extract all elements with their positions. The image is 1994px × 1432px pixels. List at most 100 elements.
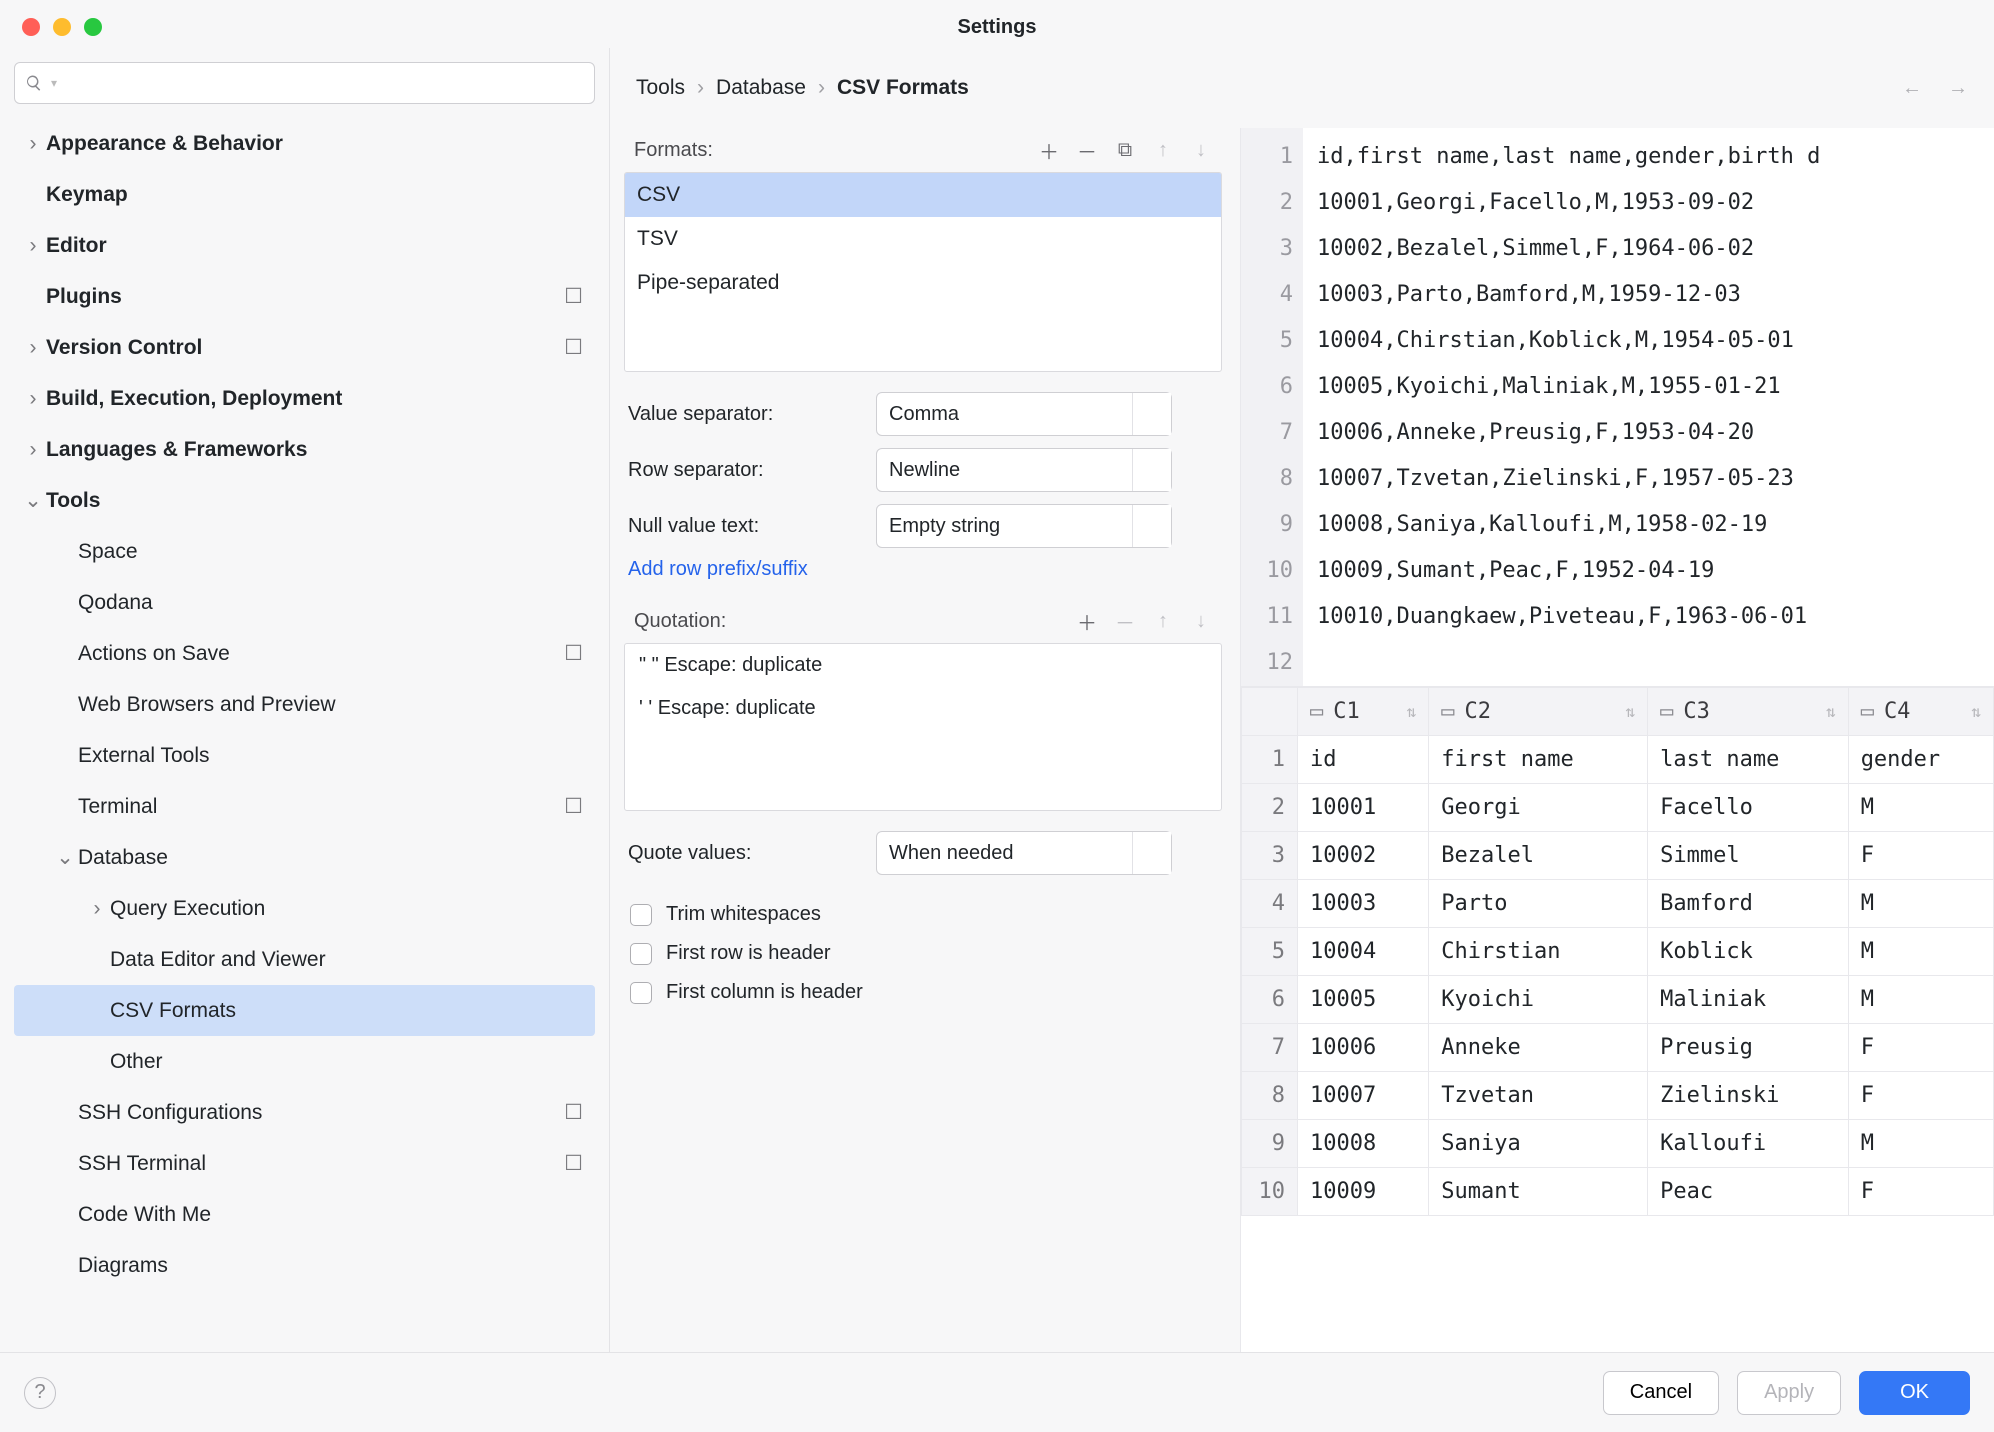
- table-cell[interactable]: Koblick: [1648, 928, 1849, 976]
- sidebar-item-space[interactable]: Space: [14, 526, 595, 577]
- table-cell[interactable]: Preusig: [1648, 1024, 1849, 1072]
- table-column-header[interactable]: ▭C3⇅: [1648, 688, 1849, 736]
- sidebar-item-actions-on-save[interactable]: Actions on Save☐: [14, 628, 595, 679]
- format-item-pipe-separated[interactable]: Pipe-separated: [625, 261, 1221, 305]
- table-cell[interactable]: id: [1298, 736, 1429, 784]
- table-cell[interactable]: Maliniak: [1648, 976, 1849, 1024]
- quote-values-select[interactable]: When needed ▾: [876, 831, 1172, 875]
- move-up-button[interactable]: ↑: [1152, 139, 1174, 161]
- table-cell[interactable]: Georgi: [1429, 784, 1648, 832]
- table-row[interactable]: 610005KyoichiMaliniakM: [1242, 976, 1994, 1024]
- ok-button[interactable]: OK: [1859, 1371, 1970, 1415]
- table-column-header[interactable]: ▭C1⇅: [1298, 688, 1429, 736]
- sidebar-item-version-control[interactable]: ›Version Control☐: [14, 322, 595, 373]
- sidebar-item-languages-frameworks[interactable]: ›Languages & Frameworks: [14, 424, 595, 475]
- table-row[interactable]: 910008SaniyaKalloufiM: [1242, 1120, 1994, 1168]
- sidebar-item-database[interactable]: ⌄Database: [14, 832, 595, 883]
- table-row[interactable]: 810007TzvetanZielinskiF: [1242, 1072, 1994, 1120]
- sidebar-item-query-execution[interactable]: ›Query Execution: [14, 883, 595, 934]
- table-cell[interactable]: 10002: [1298, 832, 1429, 880]
- add-format-button[interactable]: ＋: [1038, 139, 1060, 161]
- copy-format-button[interactable]: ⧉: [1114, 139, 1136, 161]
- table-column-header[interactable]: ▭C2⇅: [1429, 688, 1648, 736]
- table-cell[interactable]: Simmel: [1648, 832, 1849, 880]
- table-row[interactable]: 210001GeorgiFacelloM: [1242, 784, 1994, 832]
- move-down-button[interactable]: ↓: [1190, 139, 1212, 161]
- breadcrumb-item[interactable]: Tools: [636, 76, 685, 100]
- table-cell[interactable]: 10007: [1298, 1072, 1429, 1120]
- table-cell[interactable]: M: [1848, 928, 1993, 976]
- table-cell[interactable]: 10003: [1298, 880, 1429, 928]
- add-quotation-button[interactable]: ＋: [1076, 610, 1098, 632]
- table-cell[interactable]: Tzvetan: [1429, 1072, 1648, 1120]
- format-item-tsv[interactable]: TSV: [625, 217, 1221, 261]
- sidebar-item-diagrams[interactable]: Diagrams: [14, 1240, 595, 1291]
- table-row[interactable]: 1idfirst namelast namegender: [1242, 736, 1994, 784]
- help-button[interactable]: ?: [24, 1377, 56, 1409]
- table-cell[interactable]: last name: [1648, 736, 1849, 784]
- first-column-header-checkbox[interactable]: First column is header: [630, 981, 1216, 1004]
- table-cell[interactable]: Parto: [1429, 880, 1648, 928]
- formats-list[interactable]: CSVTSVPipe-separated: [624, 172, 1222, 372]
- preview-table[interactable]: ▭C1⇅▭C2⇅▭C3⇅▭C4⇅1idfirst namelast namege…: [1241, 686, 1994, 1352]
- table-row[interactable]: 510004ChirstianKoblickM: [1242, 928, 1994, 976]
- value-separator-select[interactable]: Comma ▾: [876, 392, 1172, 436]
- table-cell[interactable]: Saniya: [1429, 1120, 1648, 1168]
- quotation-item[interactable]: " " Escape: duplicate: [625, 644, 1221, 687]
- table-cell[interactable]: 10009: [1298, 1168, 1429, 1216]
- sidebar-item-ssh-configurations[interactable]: SSH Configurations☐: [14, 1087, 595, 1138]
- table-cell[interactable]: 10001: [1298, 784, 1429, 832]
- sidebar-item-qodana[interactable]: Qodana: [14, 577, 595, 628]
- table-cell[interactable]: Peac: [1648, 1168, 1849, 1216]
- table-cell[interactable]: M: [1848, 880, 1993, 928]
- table-cell[interactable]: Chirstian: [1429, 928, 1648, 976]
- table-cell[interactable]: F: [1848, 1168, 1993, 1216]
- table-cell[interactable]: Facello: [1648, 784, 1849, 832]
- remove-format-button[interactable]: －: [1076, 139, 1098, 161]
- move-quotation-up-button[interactable]: ↑: [1152, 610, 1174, 632]
- table-cell[interactable]: Kalloufi: [1648, 1120, 1849, 1168]
- breadcrumb-item[interactable]: Database: [716, 76, 806, 100]
- table-cell[interactable]: M: [1848, 976, 1993, 1024]
- apply-button[interactable]: Apply: [1737, 1371, 1841, 1415]
- table-row[interactable]: 310002BezalelSimmelF: [1242, 832, 1994, 880]
- quotation-item[interactable]: ' ' Escape: duplicate: [625, 687, 1221, 730]
- back-button[interactable]: ←: [1902, 77, 1922, 100]
- sidebar-item-data-editor-and-viewer[interactable]: Data Editor and Viewer: [14, 934, 595, 985]
- quotation-list[interactable]: " " Escape: duplicate' ' Escape: duplica…: [624, 643, 1222, 811]
- sidebar-item-build-execution-deployment[interactable]: ›Build, Execution, Deployment: [14, 373, 595, 424]
- table-row[interactable]: 410003PartoBamfordM: [1242, 880, 1994, 928]
- null-value-select[interactable]: Empty string ▾: [876, 504, 1172, 548]
- settings-search[interactable]: ▾: [14, 62, 595, 104]
- sidebar-item-code-with-me[interactable]: Code With Me: [14, 1189, 595, 1240]
- sidebar-item-ssh-terminal[interactable]: SSH Terminal☐: [14, 1138, 595, 1189]
- preview-editor[interactable]: 123456789101112 id,first name,last name,…: [1241, 128, 1994, 686]
- table-column-header[interactable]: ▭C4⇅: [1848, 688, 1993, 736]
- cancel-button[interactable]: Cancel: [1603, 1371, 1719, 1415]
- settings-tree[interactable]: ›Appearance & BehaviorKeymap›EditorPlugi…: [14, 118, 595, 1352]
- sidebar-item-csv-formats[interactable]: CSV Formats: [14, 985, 595, 1036]
- table-cell[interactable]: 10004: [1298, 928, 1429, 976]
- table-cell[interactable]: Kyoichi: [1429, 976, 1648, 1024]
- sidebar-item-tools[interactable]: ⌄Tools: [14, 475, 595, 526]
- remove-quotation-button[interactable]: －: [1114, 610, 1136, 632]
- sidebar-item-appearance-behavior[interactable]: ›Appearance & Behavior: [14, 118, 595, 169]
- sidebar-item-web-browsers-and-preview[interactable]: Web Browsers and Preview: [14, 679, 595, 730]
- table-row[interactable]: 710006AnnekePreusigF: [1242, 1024, 1994, 1072]
- table-cell[interactable]: 10005: [1298, 976, 1429, 1024]
- settings-search-input[interactable]: [65, 73, 584, 94]
- table-cell[interactable]: F: [1848, 1072, 1993, 1120]
- row-separator-select[interactable]: Newline ▾: [876, 448, 1172, 492]
- table-cell[interactable]: Anneke: [1429, 1024, 1648, 1072]
- table-cell[interactable]: 10006: [1298, 1024, 1429, 1072]
- forward-button[interactable]: →: [1948, 77, 1968, 100]
- table-cell[interactable]: M: [1848, 1120, 1993, 1168]
- add-row-prefix-suffix-link[interactable]: Add row prefix/suffix: [624, 554, 1222, 585]
- table-row[interactable]: 1010009SumantPeacF: [1242, 1168, 1994, 1216]
- sidebar-item-plugins[interactable]: Plugins☐: [14, 271, 595, 322]
- sidebar-item-keymap[interactable]: Keymap: [14, 169, 595, 220]
- table-cell[interactable]: F: [1848, 1024, 1993, 1072]
- table-cell[interactable]: Bamford: [1648, 880, 1849, 928]
- sidebar-item-terminal[interactable]: Terminal☐: [14, 781, 595, 832]
- table-cell[interactable]: Bezalel: [1429, 832, 1648, 880]
